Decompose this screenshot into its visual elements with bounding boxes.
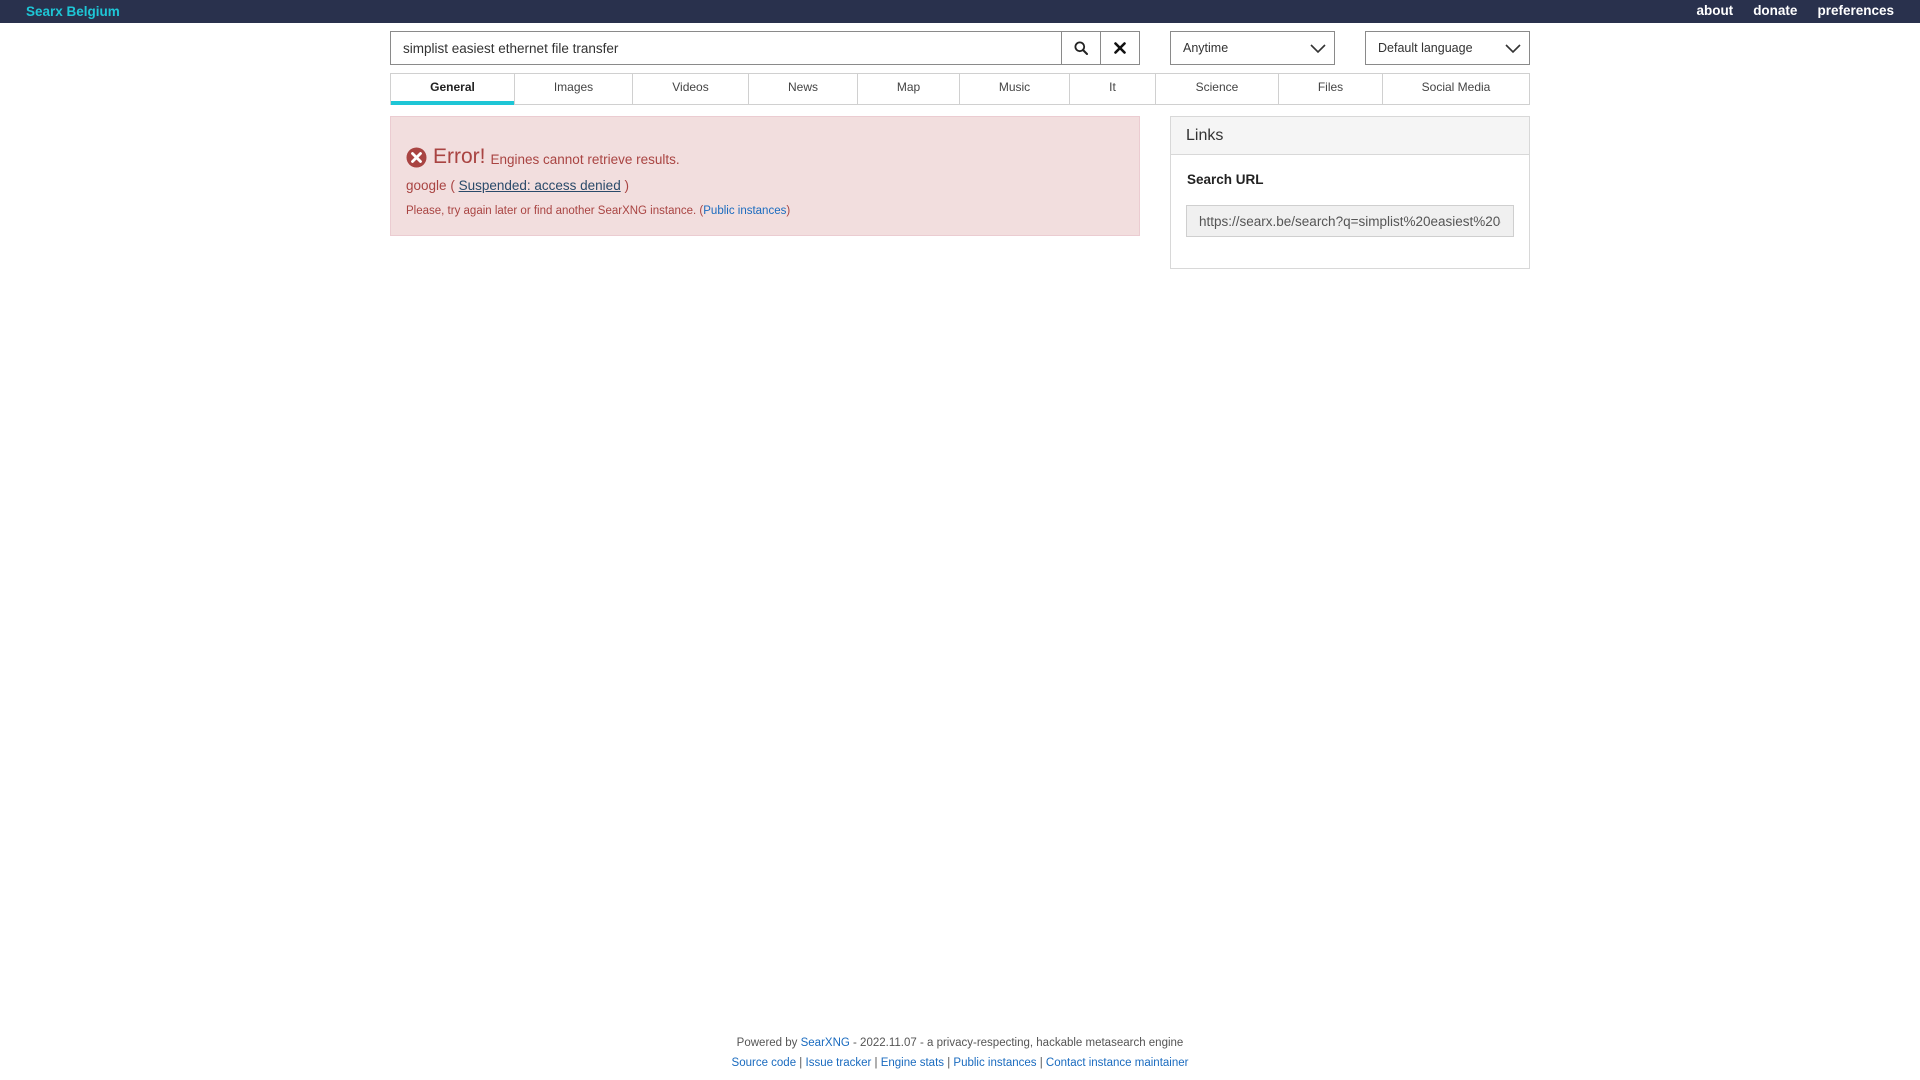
engine-stats-link[interactable]: Engine stats — [881, 1057, 944, 1069]
clear-search-button[interactable] — [1100, 32, 1139, 64]
links-panel-title: Links — [1171, 117, 1529, 155]
language-value: Default language — [1378, 41, 1473, 55]
engine-error-reason-link[interactable]: Suspended: access denied — [459, 178, 621, 193]
issue-tracker-link[interactable]: Issue tracker — [806, 1057, 872, 1069]
tab-files[interactable]: Files — [1279, 74, 1383, 104]
tab-map[interactable]: Map — [858, 74, 960, 104]
error-circle-icon — [406, 147, 427, 167]
time-range-select[interactable]: Anytime — [1170, 31, 1335, 65]
chevron-down-icon — [1310, 44, 1326, 54]
language-select[interactable]: Default language — [1365, 31, 1530, 65]
tab-social-media[interactable]: Social Media — [1383, 74, 1529, 104]
footer-public-instances-link[interactable]: Public instances — [953, 1057, 1036, 1069]
search-url-label: Search URL — [1187, 172, 1264, 187]
time-range-value: Anytime — [1183, 41, 1229, 55]
tab-videos[interactable]: Videos — [633, 74, 749, 104]
brand-logo-link[interactable]: Searx Belgium — [26, 4, 120, 19]
top-nav: about donate preferences — [1696, 3, 1894, 18]
about-link[interactable]: about — [1696, 3, 1733, 18]
engine-name: google — [406, 178, 447, 193]
search-bar — [390, 31, 1140, 65]
public-instances-link[interactable]: Public instances — [703, 205, 786, 217]
search-icon — [1074, 41, 1088, 55]
tab-it[interactable]: It — [1070, 74, 1156, 104]
error-header: Error! Engines cannot retrieve results. — [406, 145, 680, 169]
donate-link[interactable]: donate — [1753, 3, 1797, 18]
powered-prefix: Powered by — [736, 1037, 798, 1049]
preferences-link[interactable]: preferences — [1817, 3, 1894, 18]
top-bar: Searx Belgium about donate preferences — [0, 0, 1920, 23]
retry-hint: Please, try again later or find another … — [406, 205, 791, 217]
retry-text: Please, try again later or find another … — [406, 205, 697, 217]
search-button[interactable] — [1061, 32, 1100, 64]
footer: Powered by SearXNG - 2022.11.07 - a priv… — [0, 1033, 1920, 1073]
tab-images[interactable]: Images — [515, 74, 633, 104]
footer-links: Source code | Issue tracker | Engine sta… — [731, 1057, 1189, 1069]
tab-music[interactable]: Music — [960, 74, 1070, 104]
category-tabs: General Images Videos News Map Music It … — [390, 73, 1530, 105]
powered-suffix: - 2022.11.07 - a privacy-respecting, hac… — [853, 1037, 1184, 1049]
engine-error-line: google ( Suspended: access denied ) — [406, 178, 629, 193]
contact-maintainer-link[interactable]: Contact instance maintainer — [1046, 1057, 1189, 1069]
search-input[interactable] — [391, 32, 1061, 64]
search-url-field[interactable] — [1186, 205, 1514, 237]
source-code-link[interactable]: Source code — [732, 1057, 797, 1069]
close-icon — [1114, 42, 1126, 54]
tab-science[interactable]: Science — [1156, 74, 1279, 104]
tab-news[interactable]: News — [749, 74, 858, 104]
footer-powered-by: Powered by SearXNG - 2022.11.07 - a priv… — [0, 1033, 1920, 1053]
engine-close-paren: ) — [624, 178, 629, 193]
chevron-down-icon — [1505, 44, 1521, 54]
error-title: Error! — [433, 145, 486, 168]
engine-open-paren: ( — [450, 178, 455, 193]
links-panel: Links Search URL — [1170, 116, 1530, 269]
error-alert: Error! Engines cannot retrieve results. … — [390, 116, 1140, 236]
tab-general[interactable]: General — [391, 74, 515, 105]
error-message: Engines cannot retrieve results. — [490, 152, 680, 167]
searxng-link[interactable]: SearXNG — [801, 1037, 850, 1049]
